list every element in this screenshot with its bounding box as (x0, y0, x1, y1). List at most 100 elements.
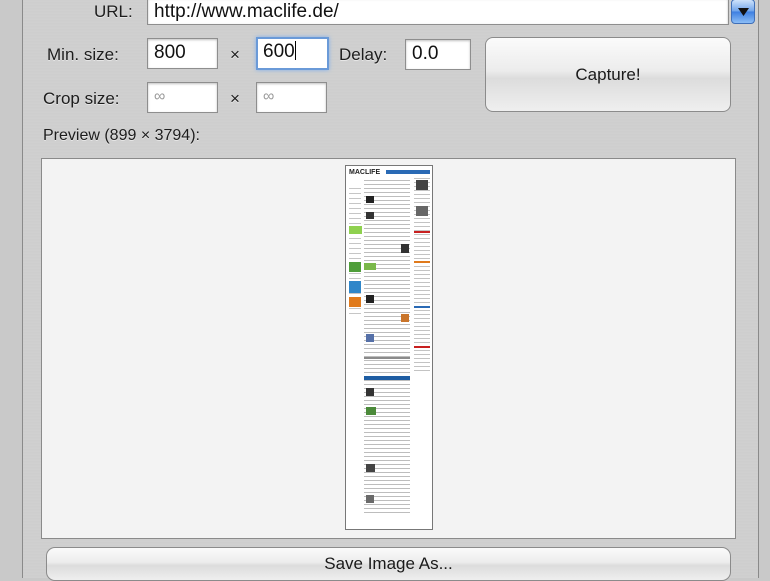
thumbnail-detail (364, 280, 410, 281)
thumbnail-detail (364, 184, 410, 185)
thumbnail-detail (414, 298, 430, 299)
thumbnail-detail (364, 260, 410, 261)
url-dropdown-button[interactable] (731, 0, 755, 24)
text-caret (294, 41, 296, 60)
thumbnail-detail (364, 292, 410, 293)
thumbnail-detail (364, 360, 410, 361)
preview-label: Preview (899 × 3794): (43, 127, 200, 144)
thumbnail-detail (364, 232, 410, 233)
thumbnail-detail (364, 348, 410, 349)
thumbnail-detail (364, 208, 410, 209)
thumbnail-detail (349, 273, 361, 274)
thumbnail-detail (349, 308, 361, 309)
page-thumbnail: MACLIFE (345, 165, 433, 530)
capture-button[interactable]: Capture! (485, 37, 731, 112)
thumbnail-detail (366, 334, 374, 342)
thumbnail-detail (414, 278, 430, 279)
save-image-button[interactable]: Save Image As... (46, 547, 731, 581)
thumbnail-detail (414, 270, 430, 271)
thumbnail-detail (364, 452, 410, 453)
thumbnail-detail (414, 282, 430, 283)
thumbnail-detail (349, 213, 361, 214)
thumbnail-detail (414, 218, 430, 219)
thumbnail-detail (366, 464, 375, 472)
thumbnail-detail (414, 222, 430, 223)
thumbnail-detail (364, 460, 410, 461)
thumbnail-detail (414, 274, 430, 275)
crop-width-input[interactable]: ∞ (147, 82, 218, 113)
thumbnail-detail (364, 384, 410, 385)
thumbnail-detail (349, 278, 361, 279)
thumbnail-detail (364, 480, 410, 481)
thumbnail-detail (364, 472, 410, 473)
thumbnail-detail (414, 246, 430, 247)
thumbnail-detail (414, 342, 430, 343)
thumbnail-detail (364, 440, 410, 441)
thumbnail-detail (364, 456, 410, 457)
thumbnail-detail (364, 284, 410, 285)
thumbnail-detail (416, 206, 428, 216)
thumbnail-detail (364, 328, 410, 329)
thumbnail-detail (414, 290, 430, 291)
thumbnail-detail (414, 286, 430, 287)
thumbnail-detail (401, 314, 409, 322)
thumbnail-detail (364, 404, 410, 405)
thumbnail-detail (364, 204, 410, 205)
min-height-value: 600 (263, 41, 295, 62)
crop-height-input[interactable]: ∞ (256, 82, 327, 113)
thumbnail-detail (349, 243, 361, 244)
min-size-label: Min. size: (47, 45, 119, 64)
thumbnail-detail (414, 306, 430, 308)
url-input[interactable]: http://www.maclife.de/ (147, 0, 729, 25)
chevron-down-icon (738, 8, 749, 16)
thumbnail-detail (366, 495, 374, 503)
thumbnail-detail (414, 310, 430, 311)
thumbnail-detail (364, 420, 410, 421)
thumbnail-detail (416, 180, 428, 190)
delay-label: Delay: (339, 45, 388, 64)
thumbnail-detail (364, 376, 410, 380)
thumbnail-detail (414, 362, 430, 363)
thumbnail-detail (364, 476, 410, 477)
min-width-input[interactable]: 800 (147, 38, 218, 69)
thumbnail-detail (414, 198, 430, 199)
thumbnail-detail (414, 330, 430, 331)
thumbnail-detail (364, 263, 376, 270)
thumbnail-detail (349, 253, 361, 254)
thumbnail-detail (349, 198, 361, 199)
delay-input[interactable]: 0.0 (405, 39, 471, 70)
thumbnail-detail (414, 250, 430, 251)
url-label: URL: (94, 2, 133, 21)
thumbnail-detail (364, 368, 410, 369)
thumbnail-detail (364, 504, 410, 505)
thumbnail-detail (349, 248, 361, 249)
thumbnail-detail (364, 380, 410, 381)
capture-window: URL: http://www.maclife.de/ Min. size: 8… (22, 0, 759, 581)
thumbnail-detail (364, 332, 410, 333)
thumbnail-detail (364, 276, 410, 277)
thumbnail-detail (364, 436, 410, 437)
thumbnail-detail (366, 407, 376, 415)
thumbnail-detail (414, 318, 430, 319)
thumbnail-detail (349, 226, 362, 234)
thumbnail-detail (364, 228, 410, 229)
thumbnail-detail (349, 218, 361, 219)
thumbnail-detail (364, 400, 410, 401)
crop-size-times: × (230, 89, 240, 108)
thumbnail-detail (414, 231, 430, 233)
min-height-input[interactable]: 600 (256, 37, 329, 70)
thumbnail-detail (414, 238, 430, 239)
crop-size-label: Crop size: (43, 89, 120, 108)
thumbnail-detail (414, 194, 430, 195)
thumbnail-detail (349, 297, 361, 307)
thumbnail-detail (364, 424, 410, 425)
thumbnail-detail (414, 261, 430, 263)
thumbnail-detail (414, 226, 430, 227)
thumbnail-detail (364, 188, 410, 189)
thumbnail-detail (364, 312, 410, 313)
thumbnail-detail (364, 236, 410, 237)
thumbnail-detail (364, 428, 410, 429)
thumbnail-detail (364, 508, 410, 509)
thumbnail-detail (349, 281, 361, 293)
thumbnail-detail (349, 258, 361, 259)
